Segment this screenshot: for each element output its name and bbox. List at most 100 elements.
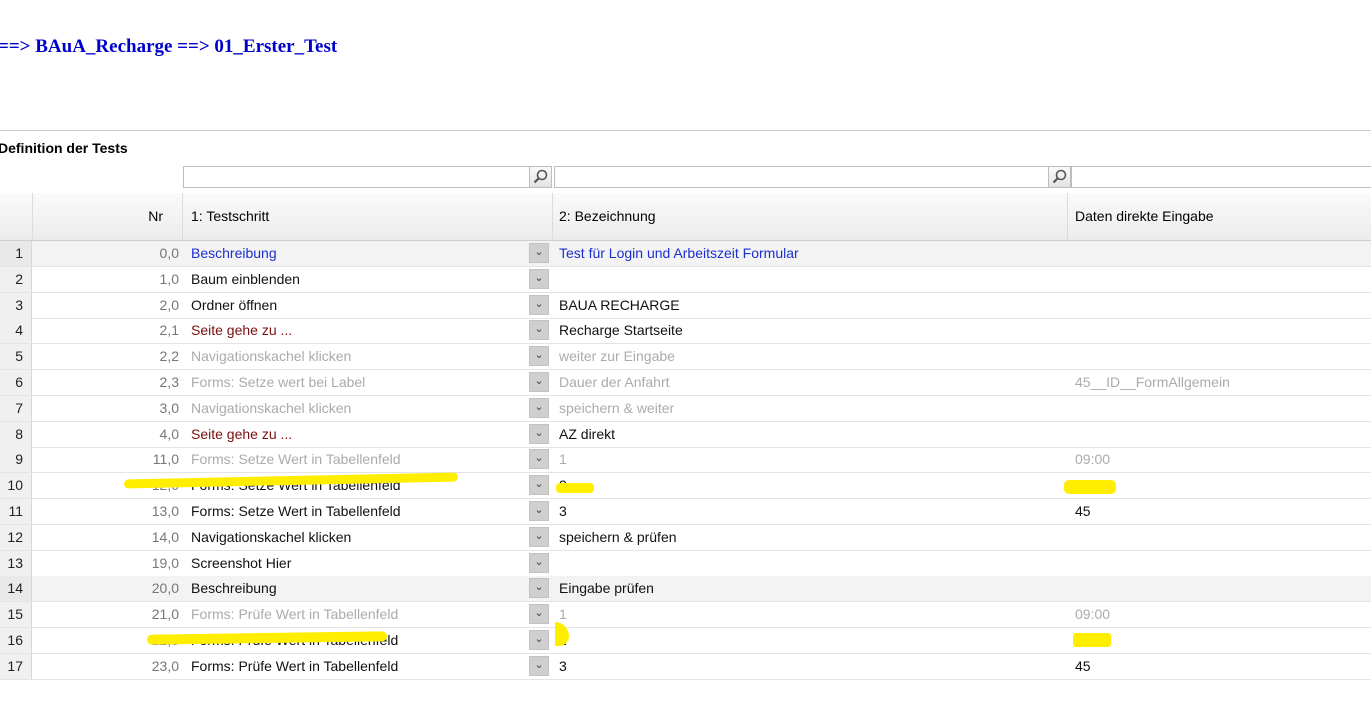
row-daten[interactable]: [1075, 267, 1365, 292]
row-daten[interactable]: [1075, 318, 1365, 343]
header-daten[interactable]: Daten direkte Eingabe: [1068, 193, 1371, 240]
table-row[interactable]: 9 11,0 Forms: Setze Wert in Tabellenfeld ⌄ 1…: [0, 447, 1371, 474]
table-row[interactable]: 8 4,0 Seite gehe zu ... ⌄ AZ direkt: [0, 421, 1371, 448]
filter-daten-input[interactable]: [1072, 167, 1360, 187]
row-nr: 23,0: [151, 657, 179, 674]
row-testschritt[interactable]: Forms: Prüfe Wert in Tabellenfeld: [191, 602, 521, 627]
row-daten[interactable]: [1075, 576, 1365, 601]
testschritt-dropdown[interactable]: ⌄: [529, 604, 549, 625]
row-daten[interactable]: 45: [1075, 499, 1365, 524]
row-testschritt[interactable]: Screenshot Hier: [191, 551, 521, 576]
row-bezeichnung[interactable]: Recharge Startseite: [559, 318, 1059, 343]
row-bezeichnung[interactable]: 3: [559, 654, 1059, 679]
testschritt-dropdown[interactable]: ⌄: [529, 655, 549, 676]
row-daten[interactable]: 09:00: [1075, 602, 1365, 627]
row-bezeichnung[interactable]: Dauer der Anfahrt: [559, 370, 1059, 395]
row-daten[interactable]: 16:00: [1075, 628, 1365, 653]
row-bezeichnung[interactable]: 2: [559, 473, 1059, 498]
row-daten[interactable]: 45__ID__FormAllgemein: [1075, 370, 1365, 395]
testschritt-dropdown[interactable]: ⌄: [529, 243, 549, 263]
testschritt-dropdown[interactable]: ⌄: [529, 372, 549, 392]
row-testschritt[interactable]: Seite gehe zu ...: [191, 318, 521, 343]
row-index: 11: [0, 499, 32, 524]
row-daten[interactable]: [1075, 344, 1365, 369]
testschritt-dropdown[interactable]: ⌄: [529, 475, 549, 496]
row-testschritt[interactable]: Beschreibung: [191, 241, 521, 266]
row-testschritt[interactable]: Forms: Setze Wert in Tabellenfeld: [191, 499, 521, 524]
testschritt-dropdown[interactable]: ⌄: [529, 268, 549, 289]
row-daten[interactable]: [1075, 396, 1365, 421]
row-bezeichnung[interactable]: speichern & prüfen: [559, 525, 1059, 550]
row-bezeichnung[interactable]: AZ direkt: [559, 422, 1059, 447]
testschritt-dropdown[interactable]: ⌄: [529, 397, 549, 418]
table-row[interactable]: 3 2,0 Ordner öffnen ⌄ BAUA RECHARGE: [0, 292, 1371, 319]
row-bezeichnung[interactable]: 1: [559, 447, 1059, 472]
filter-testschritt-input[interactable]: [184, 167, 533, 187]
table-row[interactable]: 15 21,0 Forms: Prüfe Wert in Tabellenfeld ⌄…: [0, 602, 1371, 629]
testschritt-dropdown[interactable]: ⌄: [529, 526, 549, 547]
row-daten[interactable]: 45: [1075, 654, 1365, 679]
row-daten[interactable]: [1075, 525, 1365, 550]
row-testschritt[interactable]: Forms: Setze Wert in Tabellenfeld: [191, 447, 521, 472]
row-bezeichnung[interactable]: speichern & weiter: [559, 396, 1059, 421]
row-testschritt[interactable]: Navigationskachel klicken: [191, 344, 521, 369]
row-bezeichnung[interactable]: 1: [559, 602, 1059, 627]
table-row[interactable]: 2 1,0 Baum einblenden ⌄: [0, 266, 1371, 293]
filter-daten[interactable]: [1071, 166, 1371, 188]
search-button[interactable]: [1048, 167, 1070, 187]
testschritt-dropdown[interactable]: ⌄: [529, 320, 549, 341]
row-nr: 20,0: [151, 580, 179, 597]
row-bezeichnung[interactable]: [559, 551, 1059, 576]
header-nr[interactable]: Nr: [33, 193, 183, 240]
magnifier-icon: [533, 169, 548, 184]
testschritt-dropdown[interactable]: ⌄: [529, 449, 549, 470]
table-row[interactable]: 13 19,0 Screenshot Hier ⌄: [0, 550, 1371, 577]
table-row[interactable]: 12 14,0 Navigationskachel klicken ⌄ speicher…: [0, 524, 1371, 551]
table-row[interactable]: 6 2,3 Forms: Setze wert bei Label ⌄ Dauer de…: [0, 370, 1371, 396]
row-daten[interactable]: [1075, 422, 1365, 447]
testschritt-dropdown[interactable]: ⌄: [529, 346, 549, 367]
row-testschritt[interactable]: Baum einblenden: [191, 267, 521, 292]
row-bezeichnung[interactable]: 3: [559, 499, 1059, 524]
table-row[interactable]: 5 2,2 Navigationskachel klicken ⌄ weiter zur…: [0, 344, 1371, 371]
row-bezeichnung[interactable]: [559, 267, 1059, 292]
row-testschritt[interactable]: Navigationskachel klicken: [191, 396, 521, 421]
row-testschritt[interactable]: Seite gehe zu ...: [191, 422, 521, 447]
filter-testschritt[interactable]: [183, 166, 552, 188]
row-index: 1: [0, 241, 32, 266]
table-row[interactable]: 4 2,1 Seite gehe zu ... ⌄ Recharge Startseit…: [0, 318, 1371, 345]
header-testschritt[interactable]: 1: Testschritt: [183, 193, 553, 240]
row-daten[interactable]: 16:00: [1075, 473, 1365, 498]
row-bezeichnung[interactable]: Eingabe prüfen: [559, 576, 1059, 601]
row-testschritt[interactable]: Navigationskachel klicken: [191, 525, 521, 550]
row-testschritt[interactable]: Ordner öffnen: [191, 293, 521, 318]
table-row[interactable]: 1 0,0 Beschreibung ⌄ Test für Login und Arbe…: [0, 241, 1371, 267]
testschritt-dropdown[interactable]: ⌄: [529, 630, 549, 650]
search-button[interactable]: [529, 167, 551, 187]
filter-bezeichnung-input[interactable]: [555, 167, 1052, 187]
testschritt-dropdown[interactable]: ⌄: [529, 578, 549, 599]
row-daten[interactable]: 09:00: [1075, 447, 1365, 472]
header-bezeichnung[interactable]: 2: Bezeichnung: [553, 193, 1068, 240]
testschritt-dropdown[interactable]: ⌄: [529, 552, 549, 573]
breadcrumb[interactable]: ==> BAuA_Recharge ==> 01_Erster_Test: [0, 36, 337, 58]
row-bezeichnung[interactable]: Test für Login und Arbeitszeit Formular: [559, 241, 1059, 266]
table-row[interactable]: 17 23,0 Forms: Prüfe Wert in Tabellenfeld ⌄…: [0, 653, 1371, 680]
row-daten[interactable]: [1075, 241, 1365, 266]
filter-bezeichnung[interactable]: [554, 166, 1071, 188]
row-testschritt[interactable]: Forms: Setze wert bei Label: [191, 370, 521, 395]
row-nr: 13,0: [151, 503, 179, 519]
table-row[interactable]: 14 20,0 Beschreibung ⌄ Eingabe prüfen: [0, 576, 1371, 603]
row-testschritt[interactable]: Beschreibung: [191, 576, 521, 601]
testschritt-dropdown[interactable]: ⌄: [529, 294, 549, 315]
row-bezeichnung[interactable]: weiter zur Eingabe: [559, 344, 1059, 369]
row-bezeichnung[interactable]: 2: [559, 628, 1059, 653]
row-testschritt[interactable]: Forms: Prüfe Wert in Tabellenfeld: [191, 654, 521, 679]
table-row[interactable]: 7 3,0 Navigationskachel klicken ⌄ speichern …: [0, 395, 1371, 422]
row-bezeichnung[interactable]: BAUA RECHARGE: [559, 293, 1059, 318]
table-row[interactable]: 11 13,0 Forms: Setze Wert in Tabellenfeld ⌄…: [0, 499, 1371, 525]
testschritt-dropdown[interactable]: ⌄: [529, 501, 549, 521]
row-daten[interactable]: [1075, 551, 1365, 576]
testschritt-dropdown[interactable]: ⌄: [529, 423, 549, 444]
row-daten[interactable]: [1075, 293, 1365, 318]
